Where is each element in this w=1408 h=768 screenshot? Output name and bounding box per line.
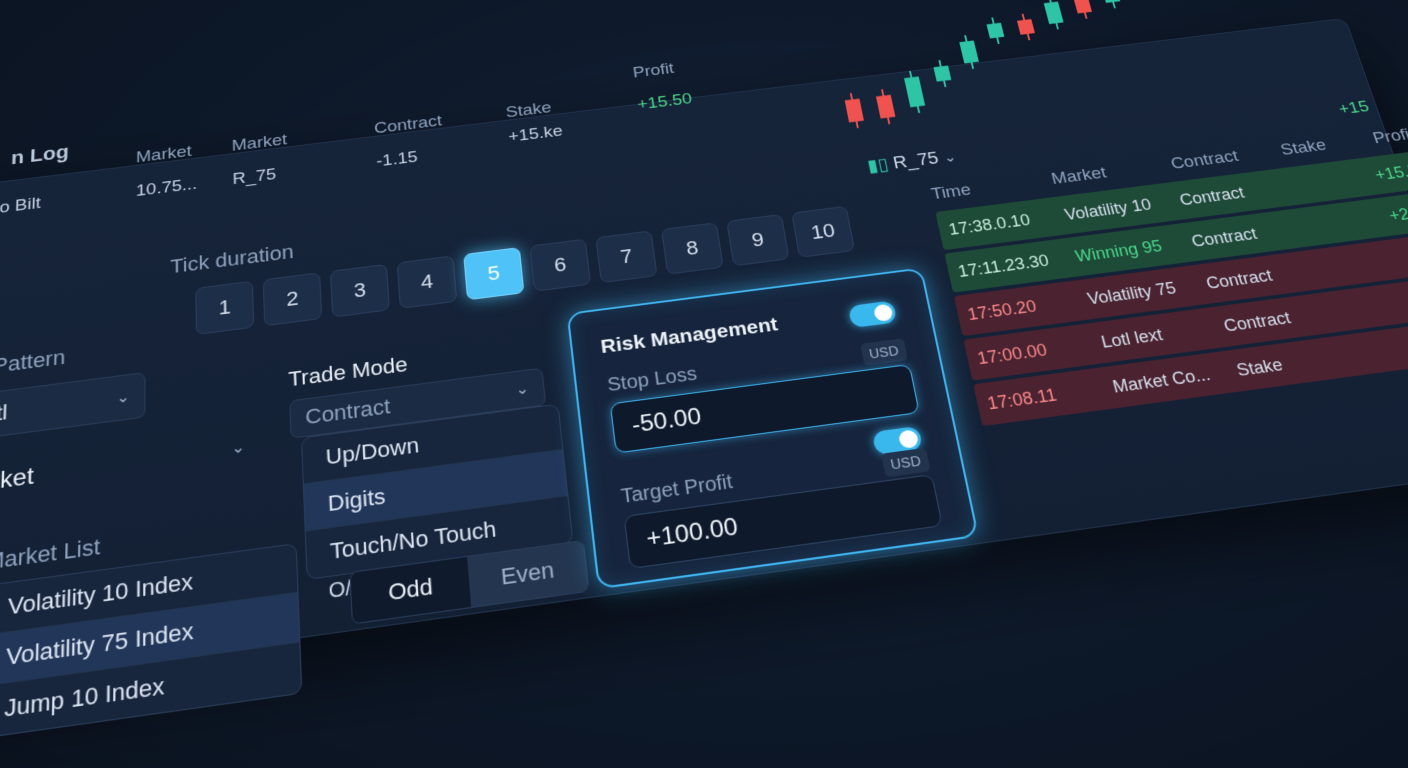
cell-stake [1277,177,1366,188]
cell-stake [1290,217,1380,229]
cell-profit: +15.50 [1372,160,1408,184]
candle [1043,1,1064,25]
tick-option-2[interactable]: 2 [262,272,323,327]
pattern-label: Pattern [0,345,66,378]
dashboard-panel: n Log Market Market Contract Stake Profi… [0,0,1408,740]
log-header-stake: Stake [505,99,553,122]
tick-option-8[interactable]: 8 [660,222,724,275]
header-profit: Profit [1370,125,1408,148]
cell-time: 17:08.11 [985,384,1059,413]
tick-option-9[interactable]: 9 [726,213,790,267]
cell-stake [1342,344,1408,357]
tick-option-7[interactable]: 7 [595,230,658,284]
pattern-select[interactable]: tl ⌄ [0,372,146,440]
log-cell: -1.15 [375,148,419,171]
cell-contract: Contract [1189,224,1259,250]
risk-management-toggle[interactable] [847,300,898,329]
market-select[interactable]: ⌄ [0,424,260,504]
candle [875,94,896,119]
trade-history-table: Time Market Contract Stake Profit 17:38.… [928,118,1408,430]
cell-contract: Contract [1177,183,1247,209]
candle [959,40,979,64]
chevron-down-icon: ⌄ [231,439,246,458]
cell-time: 17:11.23.30 [956,250,1051,281]
log-header-profit: Profit [631,60,676,82]
log-cell: +15.ke [507,122,564,147]
extra-profit-col: +15 [1336,97,1372,119]
log-cell: 10.75... [135,175,198,201]
cell-contract: Contract [1203,265,1275,293]
log-cell: R_75 [232,165,277,189]
chart-icon: ▮▯ [865,155,891,177]
log-header-market-2: Market [231,130,288,155]
target-profit-currency: USD [881,447,931,478]
candle [904,76,926,108]
cell-contract: Stake [1234,354,1285,380]
stop-loss-label: Stop Loss [606,363,699,396]
market-list-label: Market List [0,533,101,575]
cell-market: Market Co... [1110,364,1213,397]
log-header-market-1: Market [135,142,192,167]
log-cell: o Bilt [0,194,42,218]
trade-mode-label: Trade Mode [287,352,409,392]
tick-option-5[interactable]: 5 [463,247,525,301]
log-title: n Log [10,140,70,169]
risk-management-card: Risk Management Stop Loss USD -50.00 Tar… [566,267,980,590]
header-stake: Stake [1278,136,1329,160]
candle [1073,0,1092,14]
stop-loss-currency: USD [860,338,908,367]
candle [933,65,952,82]
cell-profit: -10.00 [1405,241,1408,266]
cell-stake [1328,300,1408,313]
trading-dashboard: n Log Market Market Contract Stake Profi… [0,0,1408,740]
tick-option-4[interactable]: 4 [396,255,458,309]
cell-market: Volatility 75 [1085,278,1178,308]
log-cell-profit: +15.50 [636,90,694,114]
cell-time: 17:00.00 [975,339,1049,368]
cell-contract: Contract [1221,307,1293,335]
log-header-contract: Contract [373,112,443,138]
candle [1016,19,1035,35]
risk-management-title: Risk Management [599,313,780,358]
tick-duration-label: Tick duration [170,240,294,278]
candle [1100,0,1121,3]
candle [844,98,864,123]
cell-time: 17:50.20 [965,296,1039,324]
chevron-down-icon: ⌄ [116,388,131,407]
cell-time: 17:38.0.10 [947,210,1032,239]
tick-option-1[interactable]: 1 [195,280,255,335]
cell-stake [1307,258,1399,270]
candle [986,22,1005,39]
chevron-down-icon: ⌄ [514,380,530,399]
cell-market: Volatility 10 [1062,195,1154,224]
tick-option-3[interactable]: 3 [329,263,390,318]
cell-market: Lotl lext [1099,324,1165,352]
cell-market: Winning 95 [1073,236,1164,266]
tick-option-6[interactable]: 6 [529,238,592,292]
tick-option-10[interactable]: 10 [791,205,856,258]
cell-profit: +20.30 [1386,200,1408,225]
market-list: Volatility 10 Index Volatility 75 Index … [0,542,303,740]
